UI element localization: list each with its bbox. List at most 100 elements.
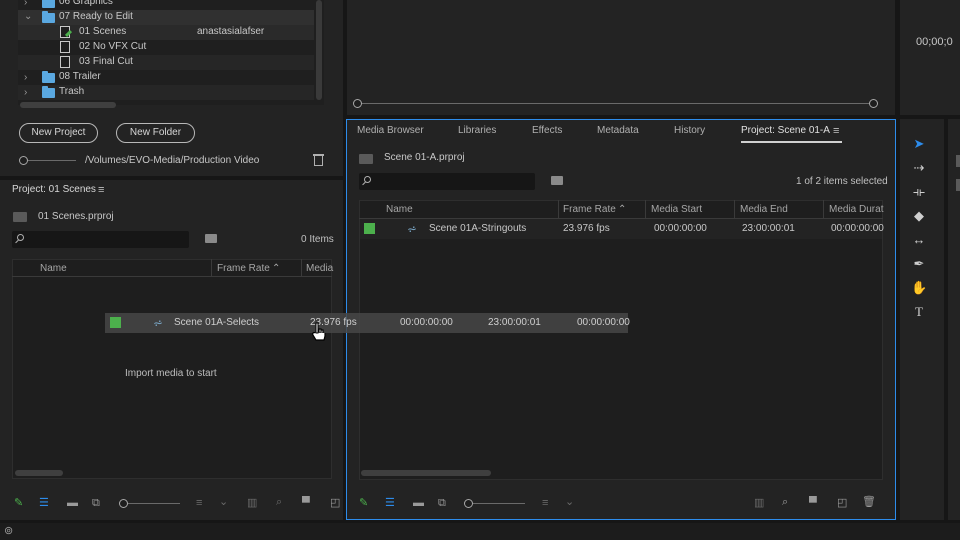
tab-project-scene[interactable]: Project: Scene 01-A [741,125,830,137]
horizontal-scrollbar[interactable] [15,470,63,476]
new-bin-icon[interactable]: ▀ [302,497,310,509]
tree-item-label: Trash [59,86,85,97]
project-file-name: Scene 01-A.prproj [384,152,465,163]
tree-row-no-vfx[interactable]: 02 No VFX Cut [18,40,314,55]
tab-metadata[interactable]: Metadata [597,125,639,137]
automate-sequence-icon[interactable]: ▥ [754,497,764,509]
pen-icon[interactable]: ✒ [911,256,927,272]
label-color-swatch[interactable] [364,223,375,234]
creative-cloud-icon[interactable]: ⊚ [4,524,13,538]
icon-view-icon[interactable]: ▬ [413,497,424,509]
hand-cursor-icon [312,322,328,342]
zoom-slider-track[interactable] [128,503,180,504]
zoom-slider-knob[interactable] [19,156,28,165]
sequence-icon: ⩫ [153,316,164,330]
drag-item-media-start: 00:00:00:00 [400,317,453,328]
new-item-icon[interactable]: ◰ [330,497,340,509]
find-icon[interactable]: ⌕ [782,496,788,508]
tab-libraries[interactable]: Libraries [458,125,496,137]
tab-effects[interactable]: Effects [532,125,562,137]
tab-media-browser[interactable]: Media Browser [357,125,424,137]
column-header-frame-rate[interactable]: Frame Rate [563,203,616,217]
playhead-end-knob[interactable] [869,99,878,108]
tree-row-graphics[interactable]: › 06 Graphics [18,0,314,10]
track-select-icon[interactable]: ⇢ [911,160,927,176]
chevron-down-icon[interactable]: ⌄ [565,496,574,508]
pencil-icon[interactable]: ✎ [14,497,23,509]
column-header-media-end[interactable]: Media End [740,203,788,217]
chevron-right-icon[interactable]: › [24,73,27,83]
empty-message: Import media to start [125,368,217,379]
production-panel: New Project New Folder /Volumes/EVO-Medi… [0,116,343,176]
chevron-right-icon[interactable]: › [24,0,27,8]
drag-item-name: Scene 01A-Selects [174,317,260,328]
column-header-media-duration[interactable]: Media Durat [829,203,883,217]
tab-history[interactable]: History [674,125,705,137]
column-header-media-start[interactable]: Media Start [651,203,702,217]
playhead-start-knob[interactable] [353,99,362,108]
tree-row-trash[interactable]: › Trash [18,85,314,100]
dragged-item[interactable]: ⩫ Scene 01A-Selects 23.976 fps 00:00:00:… [105,313,630,333]
automate-sequence-icon[interactable]: ▥ [247,497,257,509]
column-header-name[interactable]: Name [386,203,413,217]
column-header-name[interactable]: Name [40,262,67,276]
sort-icon[interactable]: ≡ [542,497,548,509]
new-bin-icon[interactable]: ▀ [809,497,817,509]
list-view-icon[interactable]: ☰ [385,497,395,509]
tree-row-scenes[interactable]: 01 Scenes anastasialafser [18,25,314,40]
new-project-button[interactable]: New Project [19,123,98,143]
freeform-view-icon[interactable]: ⧉ [438,497,446,509]
freeform-view-icon[interactable]: ⧉ [92,497,100,509]
panel-title[interactable]: Project: 01 Scenes [12,183,96,197]
sort-icon[interactable]: ≡ [196,497,202,509]
file-icon [60,41,70,53]
panel-menu-icon[interactable]: ≡ [98,183,104,197]
row-media-end: 23:00:00:01 [742,223,795,234]
new-item-icon[interactable]: ◰ [837,497,847,509]
chevron-down-icon[interactable]: ⌄ [24,12,32,22]
folder-icon [42,11,55,23]
owner-label: anastasialafser [197,26,265,37]
search-input[interactable] [12,231,189,248]
tree-item-label: 07 Ready to Edit [59,11,133,22]
active-tab-underline [741,141,842,143]
list-view-icon[interactable]: ☰ [39,497,49,509]
column-header-media[interactable]: Media [306,262,333,276]
new-folder-button[interactable]: New Folder [116,123,195,143]
find-bin-icon[interactable] [551,176,563,185]
search-input[interactable] [359,173,535,190]
chevron-down-icon[interactable]: ⌄ [219,496,228,508]
panel-menu-icon[interactable]: ≡ [833,124,839,138]
zoom-slider-knob[interactable] [119,499,128,508]
zoom-slider-knob[interactable] [464,499,473,508]
find-bin-icon[interactable] [205,234,217,243]
zoom-slider-track[interactable] [28,160,76,161]
tree-row-ready-to-edit[interactable]: ⌄ 07 Ready to Edit [18,10,314,25]
chevron-right-icon[interactable]: › [24,88,27,98]
icon-view-icon[interactable]: ▬ [67,497,78,509]
tree-row-final-cut[interactable]: 03 Final Cut [18,55,314,70]
razor-icon[interactable]: ◆ [911,208,927,224]
left-bottom-toolbar: ✎ ☰ ▬ ⧉ ≡ ⌄ ▥ ⌕ ▀ ◰ [0,492,343,516]
vertical-scrollbar[interactable] [316,0,322,100]
type-icon[interactable]: T [911,304,927,320]
label-color-swatch [110,317,121,328]
horizontal-scrollbar[interactable] [20,102,116,108]
horizontal-scrollbar[interactable] [361,470,491,476]
zoom-slider-track[interactable] [473,503,525,504]
ripple-edit-icon[interactable]: ⟛ [911,184,927,200]
pencil-icon[interactable]: ✎ [359,497,368,509]
hand-icon[interactable]: ✋ [911,280,927,296]
selection-tool-icon[interactable]: ➤ [911,136,927,152]
find-icon[interactable]: ⌕ [276,496,282,508]
program-timecode[interactable]: 00;00;0 [916,35,953,49]
production-path: /Volumes/EVO-Media/Production Video [85,155,260,166]
search-icon [364,176,371,183]
table-row[interactable]: ⩫ Scene 01A-Stringouts 23.976 fps 00:00:… [360,219,884,239]
trash-icon[interactable] [313,153,324,166]
trash-icon[interactable]: 🗑 [862,496,876,508]
tree-row-trailer[interactable]: › 08 Trailer [18,70,314,85]
column-header-frame-rate[interactable]: Frame Rate [217,262,270,276]
sequence-icon: ⩫ [407,222,418,236]
slip-icon[interactable]: ↔ [911,232,927,248]
